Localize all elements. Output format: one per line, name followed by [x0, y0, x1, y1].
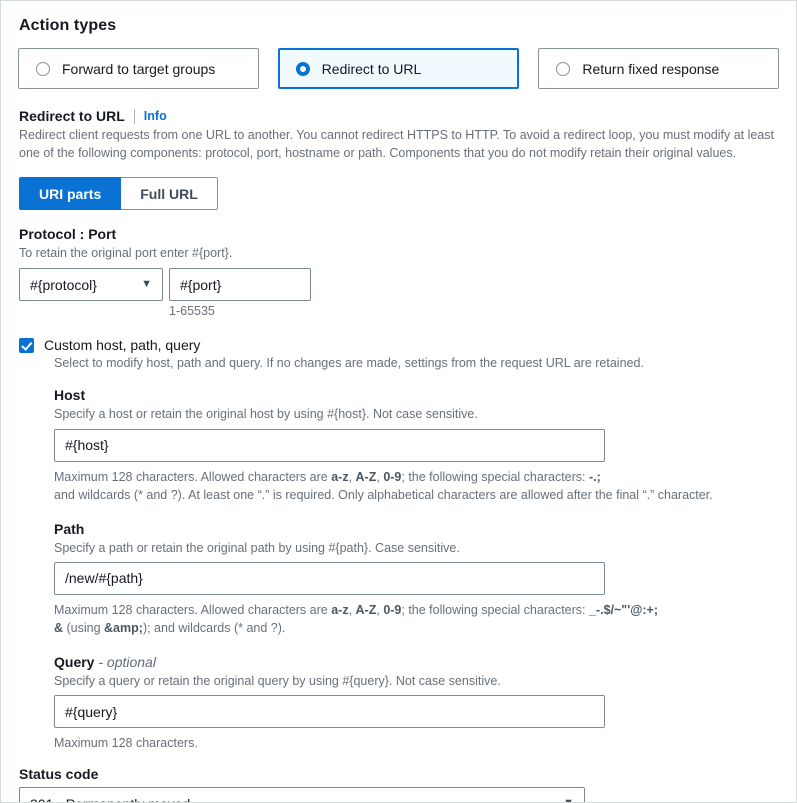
- tab-uri-parts[interactable]: URI parts: [19, 177, 122, 211]
- redirect-action-panel: Action types Forward to target groups Re…: [0, 0, 797, 803]
- host-constraint-special: -.;: [588, 469, 601, 484]
- path-field-group: Path Specify a path or retain the origin…: [54, 521, 779, 637]
- host-constraint-digits: 0-9: [383, 469, 402, 484]
- protocol-select[interactable]: #{protocol} ▼: [19, 268, 163, 302]
- query-label-text: Query: [54, 654, 95, 671]
- port-input[interactable]: #{port}: [169, 268, 311, 302]
- info-link[interactable]: Info: [144, 109, 167, 123]
- protocol-port-label: Protocol : Port: [19, 226, 117, 243]
- host-constraint-sep1: ,: [348, 469, 356, 484]
- custom-host-path-query-checkbox-row[interactable]: Custom host, path, query: [19, 337, 779, 353]
- path-label: Path: [54, 520, 85, 537]
- status-code-select[interactable]: 301 - Permanently moved ▼: [19, 787, 585, 802]
- path-constraint-pre: Maximum 128 characters. Allowed characte…: [54, 602, 332, 617]
- action-type-redirect-to-url[interactable]: Redirect to URL: [277, 48, 520, 89]
- host-input-value: #{host}: [65, 437, 109, 453]
- protocol-select-value: #{protocol}: [30, 276, 97, 293]
- path-constraint-az-lower: a-z: [331, 602, 349, 617]
- query-input-value: #{query}: [65, 703, 118, 720]
- chevron-down-icon: ▼: [563, 798, 574, 802]
- checkbox-icon-checked[interactable]: [19, 337, 34, 353]
- path-input[interactable]: /new/#{path}: [54, 561, 605, 595]
- query-optional-suffix: - optional: [98, 654, 156, 671]
- action-type-label: Forward to target groups: [62, 60, 216, 77]
- redirect-to-url-label: Redirect to URL: [19, 108, 125, 124]
- host-constraint-line2: and wildcards (* and ?). At least one “.…: [54, 487, 713, 502]
- path-constraint-line2-post: ); and wildcards (* and ?).: [142, 621, 286, 635]
- path-hint: Specify a path or retain the original pa…: [54, 540, 460, 555]
- query-constraints: Maximum 128 characters.: [54, 736, 198, 751]
- query-hint: Specify a query or retain the original q…: [54, 674, 501, 689]
- protocol-port-hint: To retain the original port enter #{port…: [19, 246, 233, 261]
- action-type-radio-group: Forward to target groups Redirect to URL…: [18, 48, 780, 89]
- path-constraints: Maximum 128 characters. Allowed characte…: [54, 601, 779, 637]
- path-constraint-line2-mid: (using: [63, 621, 105, 635]
- action-types-title: Action types: [19, 17, 117, 34]
- path-constraint-amp-entity: &amp;: [104, 621, 143, 635]
- path-constraint-digits: 0-9: [383, 602, 402, 617]
- query-label: Query - optional: [54, 654, 779, 670]
- host-constraint-az-lower: a-z: [331, 469, 349, 484]
- host-constraints: Maximum 128 characters. Allowed characte…: [54, 468, 779, 504]
- query-field-group: Query - optional Specify a query or reta…: [54, 654, 779, 752]
- radio-icon-selected: [295, 61, 310, 76]
- query-input[interactable]: #{query}: [54, 695, 605, 729]
- path-constraint-amp: &: [54, 621, 64, 635]
- status-code-group: Status code 301 - Permanently moved ▼: [19, 766, 779, 802]
- path-constraint-sep1: ,: [348, 602, 356, 617]
- radio-icon-unselected: [556, 61, 571, 76]
- action-type-forward-to-target-groups[interactable]: Forward to target groups: [18, 48, 259, 89]
- path-input-value: /new/#{path}: [65, 570, 143, 587]
- path-constraint-az-upper: A-Z: [355, 602, 377, 617]
- port-range-hint: 1-65535: [169, 304, 215, 319]
- url-mode-tabs: URI parts Full URL: [19, 177, 779, 211]
- custom-host-path-query-label: Custom host, path, query: [44, 337, 201, 354]
- status-code-value: 301 - Permanently moved: [30, 796, 190, 802]
- status-code-label: Status code: [19, 766, 99, 783]
- host-constraint-pre: Maximum 128 characters. Allowed characte…: [54, 469, 332, 484]
- host-field-group: Host Specify a host or retain the origin…: [54, 387, 779, 503]
- host-input[interactable]: #{host}: [54, 428, 605, 462]
- port-input-value: #{port}: [180, 276, 222, 293]
- custom-section-hint: Select to modify host, path and query. I…: [54, 356, 644, 371]
- host-hint: Specify a host or retain the original ho…: [54, 407, 478, 422]
- vertical-divider: [133, 108, 135, 124]
- path-constraint-special: _-.$/~"'@:+;: [588, 602, 659, 617]
- protocol-port-row: #{protocol} ▼ #{port}: [19, 268, 779, 302]
- redirect-to-url-header: Redirect to URL Info: [19, 108, 779, 124]
- action-type-return-fixed-response[interactable]: Return fixed response: [538, 48, 780, 89]
- action-type-label: Return fixed response: [582, 60, 720, 77]
- chevron-down-icon: ▼: [141, 278, 152, 291]
- path-constraint-post: ; the following special characters:: [401, 602, 589, 617]
- action-type-label: Redirect to URL: [321, 60, 422, 77]
- host-constraint-az-upper: A-Z: [355, 469, 377, 484]
- tab-full-url[interactable]: Full URL: [121, 177, 218, 211]
- host-constraint-post: ; the following special characters:: [401, 469, 589, 484]
- radio-icon-unselected: [36, 61, 50, 76]
- redirect-description: Redirect client requests from one URL to…: [19, 128, 775, 161]
- host-label: Host: [54, 387, 86, 404]
